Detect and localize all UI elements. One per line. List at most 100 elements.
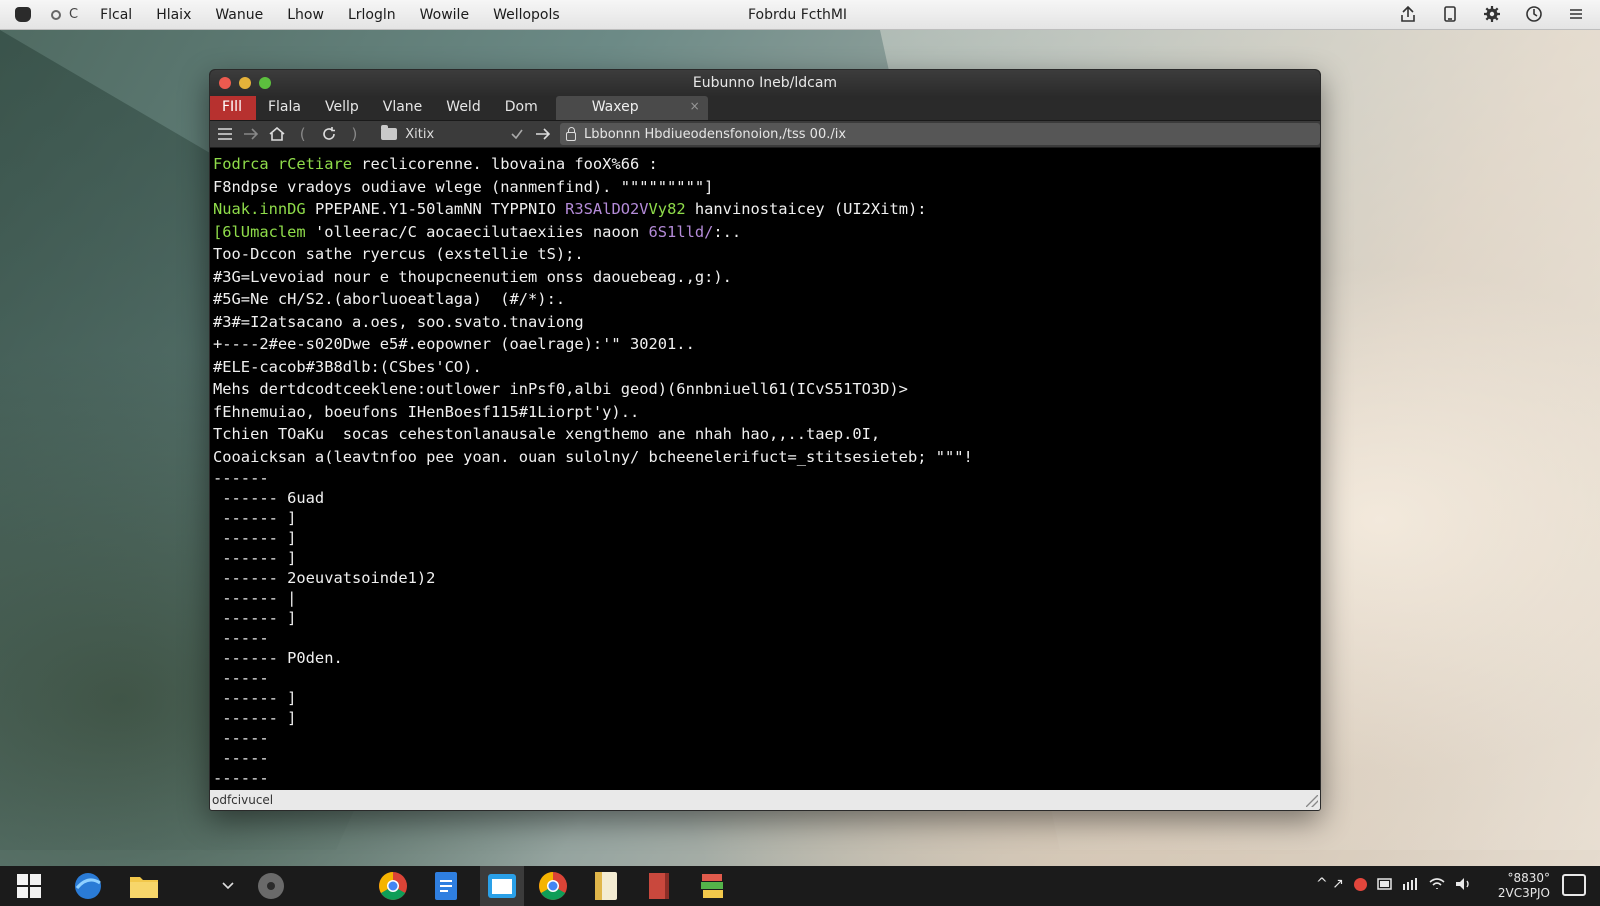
- terminal-line: Cooaicksan a(leavtnfoo pee yoan. ouan su…: [213, 446, 1320, 469]
- terminal-window: Eubunno Ineb/ldcam FIll Flala Vellp Vlan…: [209, 69, 1321, 811]
- top-menu-item[interactable]: Flcal: [100, 7, 132, 23]
- status-text: odfcivucel: [212, 793, 274, 807]
- terminal-line: ------ |: [213, 589, 297, 607]
- terminal-segment: R3SAlDO2V: [565, 200, 649, 218]
- share-icon[interactable]: [1398, 4, 1418, 24]
- clock-icon[interactable]: [1524, 4, 1544, 24]
- back-arrow-icon[interactable]: [240, 124, 262, 144]
- top-menu-item[interactable]: Lrlogln: [348, 7, 396, 23]
- window-menu-item[interactable]: Flala: [256, 96, 313, 120]
- home-icon[interactable]: [266, 124, 288, 144]
- terminal-line: F8ndpse vradoys oudiave wlege (nanmenfin…: [213, 176, 1320, 199]
- hamburger-icon[interactable]: [1566, 4, 1586, 24]
- top-menu-item[interactable]: Wowile: [420, 7, 469, 23]
- disc-icon[interactable]: [255, 870, 287, 902]
- top-menu: Flcal Hlaix Wanue Lhow Lrlogln Wowile We…: [100, 7, 584, 23]
- terminal-segment: 'olleerac/C aocaecilutaexiies naoon: [305, 222, 649, 241]
- tray-arrows[interactable]: ^ ↗: [1316, 876, 1344, 892]
- windows-start-icon[interactable]: [13, 870, 45, 902]
- terminal-line: -----: [213, 729, 269, 747]
- top-menu-item[interactable]: Wanue: [215, 7, 263, 23]
- address-bar[interactable]: Lbbonnn Hbdiueodensfonoion,/tss 00./ix: [559, 123, 1320, 145]
- clock-time: °8830°: [1507, 871, 1550, 885]
- alert-icon[interactable]: [1353, 877, 1367, 891]
- reload-icon[interactable]: [318, 124, 340, 144]
- terminal-segment: Nuak.innDG: [213, 200, 306, 218]
- terminal-line: Nuak.innDG PPEPANE.Y1-50lamNN TYPPNIO R3…: [213, 198, 1320, 221]
- check-icon[interactable]: [506, 124, 528, 144]
- gear-icon[interactable]: [1482, 4, 1502, 24]
- chrome-icon[interactable]: [377, 870, 409, 902]
- terminal-segment: 6S1lld/: [648, 222, 714, 241]
- window-menu-item[interactable]: Dom: [493, 96, 550, 120]
- terminal-line: Mehs dertdcodtceeklene:outlower inPsf0,a…: [213, 378, 1320, 401]
- terminal-segment: :..: [713, 222, 742, 241]
- terminal-output[interactable]: Fodrca rCetiare reclicorenne. lbovaina f…: [210, 150, 1320, 790]
- notes-icon[interactable]: [590, 870, 622, 902]
- status-bar: odfcivucel: [210, 790, 1320, 810]
- volume-icon[interactable]: [1455, 877, 1471, 891]
- tab-waxep[interactable]: Waxep ×: [555, 96, 708, 120]
- window-titlebar[interactable]: Eubunno Ineb/ldcam: [210, 70, 1320, 96]
- terminal-line: Tchien TOaKu socas cehestonlanausale xen…: [213, 423, 1320, 446]
- stack-icon[interactable]: [697, 870, 729, 902]
- window-menu-item[interactable]: Vlane: [371, 96, 435, 120]
- terminal-segment: Cooaicksan a(leavtnfoo pee yoan. ouan su…: [213, 447, 973, 466]
- terminal-line: +----2#ee-s020Dwe e5#.eopowner (oaelrage…: [213, 333, 1320, 356]
- chrome-icon[interactable]: [537, 870, 569, 902]
- terminal-line: ------ ]: [213, 549, 297, 567]
- terminal-line: ------: [213, 469, 269, 487]
- notification-icon[interactable]: [1562, 874, 1586, 896]
- apple-icon[interactable]: [15, 7, 31, 22]
- terminal-segment: Fodrca rCetiare: [213, 155, 352, 173]
- terminal-segment: Tchien TOaKu socas cehestonlanausale xen…: [213, 425, 881, 443]
- menu-icon[interactable]: [214, 124, 236, 144]
- terminal-segment: Vy82: [648, 200, 686, 218]
- network-icon[interactable]: [1402, 877, 1419, 891]
- terminal-segment: Mehs dertdcodtceeklene:outlower inPsf0,a…: [213, 380, 908, 398]
- window-app-icon[interactable]: [480, 866, 524, 906]
- system-tray: ^ ↗: [1316, 876, 1471, 892]
- window-menu-item[interactable]: FIll: [210, 96, 256, 120]
- window-menu-item[interactable]: Weld: [434, 96, 492, 120]
- window-menu-item[interactable]: Vellp: [313, 96, 371, 120]
- document-icon[interactable]: [430, 870, 462, 902]
- terminal-segment: Too-Dccon sathe ryercus (exstellie tS);.: [213, 245, 584, 263]
- terminal-segment: PPEPANE.Y1-50lamNN TYPPNIO: [305, 200, 566, 218]
- window-toolbar: ( ) Xitix Lbbonnn Hbdiueodensfonoion,/ts…: [210, 121, 1320, 148]
- terminal-line: ------ ]: [213, 689, 297, 707]
- forward-arrow-icon[interactable]: [532, 124, 554, 144]
- terminal-line: ------ ]: [213, 529, 297, 547]
- tablet-icon[interactable]: [1440, 4, 1460, 24]
- terminal-segment: fEhnemuiao, boeufons IHenBoesf115#1Liorp…: [213, 402, 640, 421]
- folder-label[interactable]: Xitix: [405, 127, 434, 142]
- top-bar-icons: [1398, 4, 1586, 24]
- record-icon[interactable]: [51, 9, 61, 20]
- terminal-segment: +----2#ee-s020Dwe e5#.eopowner (oaelrage…: [213, 335, 695, 353]
- folder-icon[interactable]: [128, 870, 160, 902]
- browser-icon[interactable]: [72, 870, 104, 902]
- wifi-icon[interactable]: [1429, 877, 1445, 891]
- terminal-line: -----: [213, 749, 269, 767]
- book-icon[interactable]: [643, 870, 675, 902]
- taskbar-clock[interactable]: °8830° 2VC3PJO: [1498, 871, 1550, 901]
- top-menu-item[interactable]: Lhow: [287, 7, 324, 23]
- tab-close-icon[interactable]: ×: [690, 99, 700, 113]
- terminal-line: -----: [213, 629, 269, 647]
- terminal-line: fEhnemuiao, boeufons IHenBoesf115#1Liorp…: [213, 401, 1320, 424]
- chevron-down-icon[interactable]: [212, 870, 244, 902]
- folder-icon[interactable]: [381, 125, 398, 140]
- terminal-line: #3#=I2atsacano a.oes, soo.svato.tnaviong: [213, 311, 1320, 334]
- terminal-segment: #5G=Ne cH/S2.(aborluoeatlaga) (#/*):.: [213, 290, 566, 308]
- resize-grip-icon[interactable]: [1306, 795, 1318, 807]
- terminal-line: ------ P0den.: [213, 649, 343, 667]
- top-menu-item[interactable]: Hlaix: [156, 7, 191, 23]
- address-text: Lbbonnn Hbdiueodensfonoion,/tss 00./ix: [583, 126, 847, 142]
- clock-date: 2VC3PJO: [1497, 886, 1550, 900]
- terminal-segment: F8ndpse vradoys oudiave wlege (nanmenfin…: [213, 177, 714, 196]
- terminal-line: ------ ]: [213, 609, 297, 627]
- battery-icon[interactable]: [1377, 878, 1393, 890]
- terminal-line: #5G=Ne cH/S2.(aborluoeatlaga) (#/*):.: [213, 288, 1320, 311]
- top-menu-item[interactable]: Wellopols: [493, 7, 560, 23]
- top-c-label[interactable]: C: [69, 7, 78, 22]
